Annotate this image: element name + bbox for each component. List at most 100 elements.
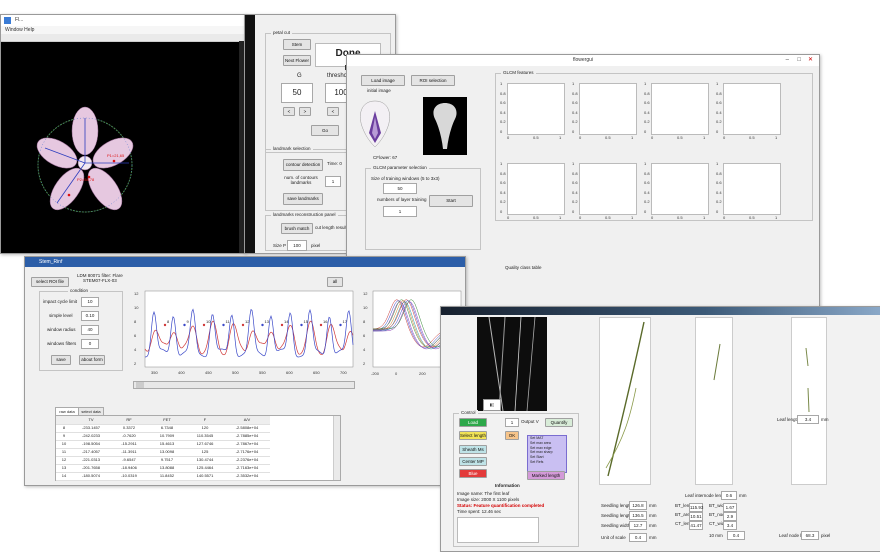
panel-title: GLCM features bbox=[501, 70, 536, 75]
table-cell[interactable]: 11.8452 bbox=[148, 472, 186, 481]
window-titlebar[interactable]: flowergui bbox=[347, 55, 819, 66]
next-flower-button[interactable]: Next Flower bbox=[283, 55, 311, 66]
panel-title: Control bbox=[459, 410, 478, 415]
save-button[interactable]: save bbox=[51, 355, 71, 365]
measurement-value[interactable]: 3.4 bbox=[723, 521, 737, 530]
menu-items[interactable]: Window Help bbox=[5, 27, 34, 33]
glcm-y-tick: 0.8 bbox=[500, 170, 506, 176]
load-image-button[interactable]: Load image bbox=[361, 75, 405, 86]
all-button[interactable]: all bbox=[327, 277, 343, 287]
seedling-length-field[interactable]: 126.8 bbox=[629, 501, 647, 510]
measurement-value[interactable]: 115.93 bbox=[689, 503, 703, 512]
seedling-width-field[interactable]: 12.7 bbox=[629, 521, 647, 530]
table-cell[interactable]: -180.5074 bbox=[72, 472, 110, 481]
glcm-x-tick: 1 bbox=[631, 215, 634, 220]
internode-length-field[interactable]: 0.6 bbox=[721, 491, 737, 500]
glcm-axes-8[interactable] bbox=[723, 163, 781, 215]
table-cell[interactable]: 140.5571 bbox=[186, 472, 224, 481]
index-field[interactable]: 1 bbox=[505, 418, 519, 427]
sheath-button[interactable]: Sheath Ms bbox=[459, 445, 487, 454]
g-increase-button[interactable]: > bbox=[299, 107, 311, 116]
image-canvas[interactable]: P1=21,65 P2=58,78 bbox=[9, 53, 213, 249]
minimize-icon[interactable]: – bbox=[786, 55, 789, 66]
brush-match-button[interactable]: brush match bbox=[281, 223, 313, 234]
window-titlebar[interactable]: Stem_Rinf bbox=[25, 257, 465, 267]
menu-bar[interactable]: Window Help bbox=[1, 26, 245, 34]
table-cell[interactable]: 14 bbox=[56, 472, 72, 481]
window-titlebar[interactable]: Fl... bbox=[1, 15, 245, 26]
start-button[interactable]: Start bbox=[429, 195, 473, 207]
glcm-y-tick: 0 bbox=[716, 129, 719, 134]
select-roi-button[interactable]: select ROI file bbox=[31, 277, 69, 287]
contour-landmarks-field[interactable]: 1 bbox=[325, 176, 341, 187]
glcm-axes-6[interactable] bbox=[579, 163, 637, 215]
measurement-value[interactable]: 41.47 bbox=[689, 521, 703, 530]
unit-scale-field[interactable]: 0.4 bbox=[727, 531, 745, 540]
glcm-x-tick: 0.5 bbox=[605, 215, 611, 220]
stem-button[interactable]: Stem bbox=[283, 39, 311, 50]
save-landmarks-button[interactable]: save landmarks bbox=[283, 193, 323, 205]
data-table[interactable]: TV RF FET F A/V 8 -233.1457 0.3372 6.7348 120 -2.5… bbox=[55, 415, 341, 481]
signal-plot[interactable]: 8 9 10 11 12 13 14 15 16 17 350 400 450 500 550 600 650 7… bbox=[133, 289, 355, 379]
x-tick-label: 700 bbox=[340, 370, 347, 375]
table-cell[interactable]: -10.0319 bbox=[110, 472, 148, 481]
table-scrollbar[interactable] bbox=[333, 416, 340, 480]
peak-label: 15 bbox=[304, 319, 309, 324]
glcm-y-tick: 0.6 bbox=[644, 180, 650, 186]
measurement-value[interactable]: 10.51 bbox=[689, 512, 703, 521]
quantify-button[interactable]: Quantify bbox=[545, 418, 573, 427]
size-field[interactable]: 100 bbox=[287, 240, 307, 251]
leaf-length-field[interactable]: 3.4 bbox=[797, 415, 819, 424]
blue-button[interactable]: Blue bbox=[459, 469, 487, 478]
unit-of-scale-field[interactable]: 0.4 bbox=[629, 533, 647, 542]
simple-level-field[interactable]: 0.10 bbox=[81, 311, 99, 321]
glcm-x-tick: 1 bbox=[559, 135, 562, 140]
go-button[interactable]: Go bbox=[311, 125, 339, 136]
glcm-y-tick: 0.8 bbox=[572, 90, 578, 96]
flower-contour-plot: P1=21,65 P2=58,78 bbox=[36, 106, 134, 213]
tab-raw-data[interactable]: raw data bbox=[55, 407, 79, 415]
ok-button[interactable]: OK bbox=[505, 431, 519, 440]
window-radius-field[interactable]: 40 bbox=[81, 325, 99, 335]
glcm-axes-3[interactable] bbox=[651, 83, 709, 135]
roi-selection-button[interactable]: ROI selection bbox=[411, 75, 455, 86]
layer-training-field[interactable]: 1 bbox=[383, 206, 417, 217]
glcm-axes-1[interactable] bbox=[507, 83, 565, 135]
center-button[interactable]: Center MP bbox=[459, 457, 487, 466]
select-length-button[interactable]: Select length bbox=[459, 431, 487, 440]
window-titlebar[interactable] bbox=[441, 307, 880, 315]
g-value-field[interactable]: 50 bbox=[281, 83, 313, 103]
load-button[interactable]: Load bbox=[459, 418, 487, 427]
about-form-button[interactable]: about form bbox=[79, 355, 105, 365]
g-decrease-button[interactable]: < bbox=[283, 107, 295, 116]
scrollbar-thumb[interactable] bbox=[136, 382, 144, 388]
training-window-field[interactable]: 50 bbox=[383, 183, 417, 194]
time-spent-text: Time spent: 12.46 sec bbox=[457, 509, 502, 514]
seedling-length-field-2[interactable]: 136.5 bbox=[629, 511, 647, 520]
file-info-label: LDM 80071 filter: Flare STEM07-FLX-03 bbox=[77, 273, 123, 283]
contour-detection-button[interactable]: contour detection bbox=[283, 159, 323, 171]
horizontal-scrollbar[interactable] bbox=[133, 381, 355, 389]
maximize-icon[interactable]: □ bbox=[797, 55, 801, 66]
windows-filters-field[interactable]: 0 bbox=[81, 339, 99, 349]
marked-length-button[interactable]: Marked length bbox=[527, 471, 565, 480]
x-tick-label: 350 bbox=[151, 370, 158, 375]
table-cell[interactable]: -2.3532e+04 bbox=[224, 472, 270, 481]
tab-select-data[interactable]: select data bbox=[78, 407, 104, 415]
threshold-decrease-button[interactable]: < bbox=[327, 107, 339, 116]
measurement-value[interactable]: 2.9 bbox=[723, 512, 737, 521]
leaf-measurement-window: ▮▯ Control Load 1 Output V Quantify Sele… bbox=[440, 306, 880, 552]
close-icon[interactable]: ✕ bbox=[808, 55, 813, 66]
list-item[interactable]: Set Refs bbox=[530, 460, 566, 465]
glcm-axes-7[interactable] bbox=[651, 163, 709, 215]
y-tick-label: 4 bbox=[363, 347, 366, 352]
layer-training-label: numbers of layer training bbox=[377, 197, 427, 202]
node-length-field[interactable]: 68.3 bbox=[801, 531, 819, 540]
glcm-axes-5[interactable] bbox=[507, 163, 565, 215]
impact-cycle-field[interactable]: 10 bbox=[81, 297, 99, 307]
glcm-axes-4[interactable] bbox=[723, 83, 781, 135]
peak-marker bbox=[183, 323, 186, 327]
method-list[interactable]: Set MAT Set max area Set max edge Set ma… bbox=[527, 435, 567, 473]
measurement-value[interactable]: 1.67 bbox=[723, 503, 737, 512]
glcm-axes-2[interactable] bbox=[579, 83, 637, 135]
